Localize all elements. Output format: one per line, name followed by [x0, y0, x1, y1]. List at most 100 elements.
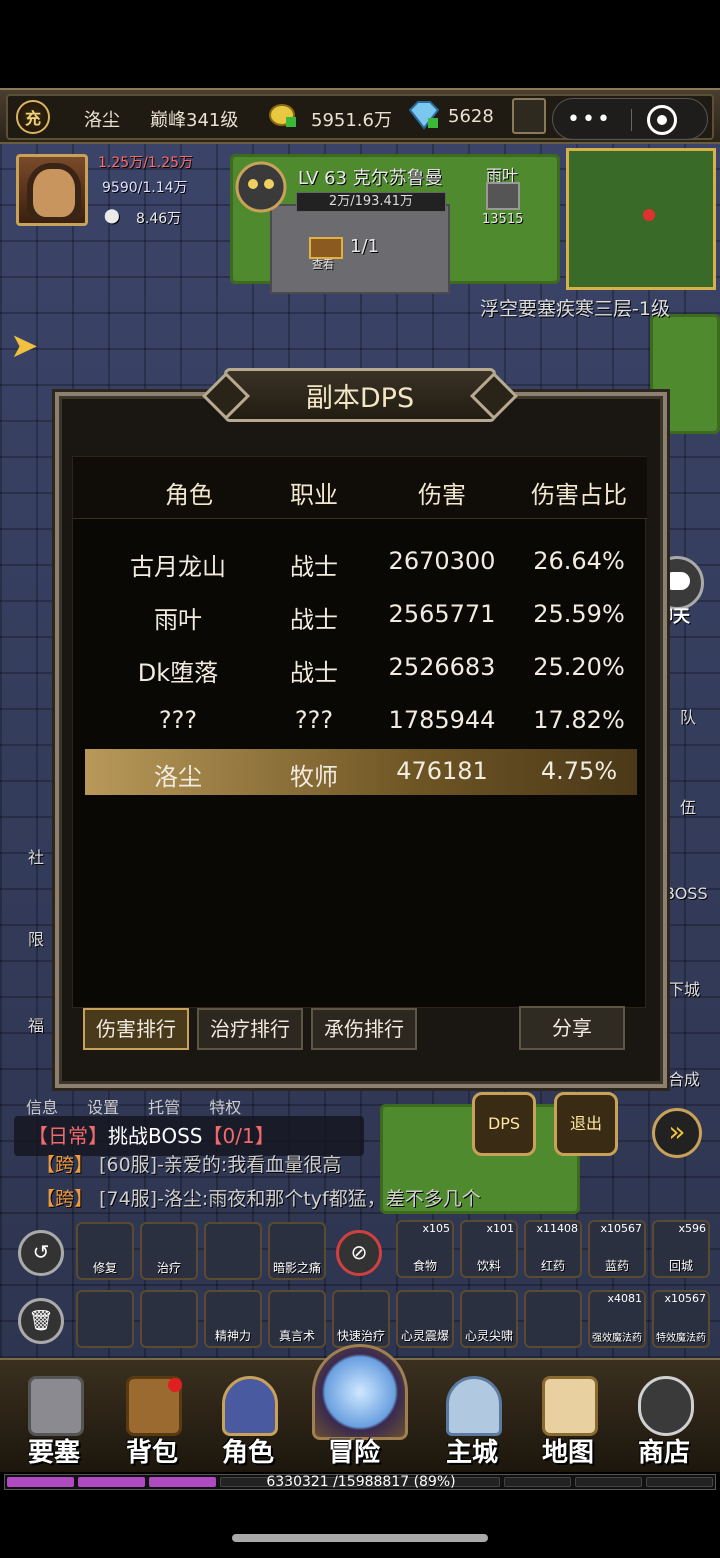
exit-button[interactable]: 退出	[554, 1092, 618, 1156]
item-slot[interactable]: x105 食物	[396, 1220, 454, 1278]
skill-slot[interactable]	[524, 1290, 582, 1348]
hero-avatar[interactable]	[16, 154, 88, 226]
expand-arrow-icon[interactable]: ➤	[10, 326, 39, 366]
cell-name: 古月龙山	[130, 553, 226, 581]
item-slot[interactable]: x10567 蓝药	[588, 1220, 646, 1278]
skill-slot[interactable]	[76, 1290, 134, 1348]
quest-progress: 【0/1】	[202, 1124, 275, 1148]
nav-label: 要塞	[27, 1438, 80, 1468]
skill-slot[interactable]: 修复	[76, 1222, 134, 1280]
potion-slot[interactable]: x4081 强效魔法药	[588, 1290, 646, 1348]
gold-icon[interactable]	[268, 102, 298, 128]
nav-character[interactable]: 角色	[200, 1360, 296, 1474]
side-label-downtown[interactable]: 下城	[668, 976, 700, 1000]
nav-map[interactable]: 地图	[520, 1360, 616, 1474]
table-row[interactable]: ??? ??? 1785944 17.82%	[73, 698, 647, 744]
side-label-team2[interactable]: 伍	[680, 794, 696, 818]
nav-label: 冒险	[327, 1438, 380, 1468]
portal-icon	[312, 1344, 408, 1440]
function-menu-row[interactable]: 信息 设置 托管 特权	[26, 1094, 241, 1118]
cell-percent: 26.64%	[533, 547, 625, 575]
bottom-navigation: 要塞 背包 角色 冒险 主城 地图 商店	[0, 1344, 720, 1474]
potion-slot[interactable]: x10567 特效魔法药	[652, 1290, 710, 1348]
home-indicator[interactable]	[232, 1534, 488, 1542]
header-damage-share: 伤害占比	[531, 481, 627, 509]
skill-slot[interactable]: 治疗	[140, 1222, 198, 1280]
table-row[interactable]: 古月龙山 战士 2670300 26.64%	[73, 539, 647, 585]
cell-percent: 25.20%	[533, 653, 625, 681]
table-row[interactable]: Dk堕落 战士 2526683 25.20%	[73, 645, 647, 691]
player-name: 洛尘	[84, 110, 120, 131]
dps-button[interactable]: DPS	[472, 1092, 536, 1156]
cell-damage: 2670300	[388, 547, 496, 575]
cell-damage: 476181	[396, 757, 488, 785]
recharge-button[interactable]: 充	[16, 100, 50, 134]
skill-slot[interactable]	[140, 1290, 198, 1348]
skill-slot[interactable]: 心灵震爆	[396, 1290, 454, 1348]
item-slot[interactable]: x596 回城	[652, 1220, 710, 1278]
item-slot[interactable]: x101 饮料	[460, 1220, 518, 1278]
cell-name: 雨叶	[154, 606, 202, 634]
side-label-synthesis[interactable]: 合成	[668, 1066, 700, 1090]
trash-icon[interactable]: 🗑	[18, 1298, 64, 1344]
table-header: 角色 职业 伤害 伤害占比	[73, 457, 647, 519]
cell-class: ???	[294, 706, 334, 734]
share-button[interactable]: 分享	[519, 1006, 625, 1050]
tab-damage-taken-ranking[interactable]: 承伤排行	[311, 1008, 417, 1050]
nav-backpack[interactable]: 背包	[104, 1360, 200, 1474]
item-slot[interactable]: x11408 红药	[524, 1220, 582, 1278]
notification-dot	[168, 1378, 182, 1392]
diamond-icon[interactable]	[406, 100, 442, 130]
view-label[interactable]: 查看	[312, 256, 334, 272]
skill-slot[interactable]: 精神力	[204, 1290, 262, 1348]
table-row-self[interactable]: 洛尘 牧师 476181 4.75%	[85, 749, 637, 795]
nav-fortress[interactable]: 要塞	[6, 1360, 102, 1474]
boss-title: LV 63 克尔苏鲁曼	[298, 168, 443, 189]
boss-count: 1/1	[350, 236, 379, 257]
more-icon[interactable]: •••	[567, 107, 612, 132]
nav-adventure[interactable]: 冒险	[306, 1344, 408, 1474]
top-status-bar: 充 洛尘 巅峰341级 5951.6万 5628 •••	[0, 88, 720, 144]
cell-name: ???	[158, 706, 198, 734]
header-damage: 伤害	[418, 481, 466, 509]
angel-icon[interactable]	[512, 98, 546, 134]
side-label-social[interactable]: 社	[28, 844, 44, 868]
teammate-hp: 13515	[482, 212, 524, 227]
panel-title: 副本DPS	[305, 383, 415, 414]
side-label-limited[interactable]: 限	[28, 926, 44, 950]
minimap[interactable]	[566, 148, 716, 290]
forbidden-icon[interactable]: ⊘	[336, 1230, 382, 1276]
nav-label: 商店	[637, 1438, 690, 1468]
skill-slot[interactable]: 快速治疗	[332, 1290, 390, 1348]
hero-hp: 1.25万/1.25万	[98, 155, 194, 171]
power-icon: ⬤	[104, 208, 120, 224]
cell-damage: 2526683	[388, 653, 496, 681]
chat-line: 【跨】 [60服]-亲爱的:我看血量很高	[36, 1154, 342, 1176]
skill-slot[interactable]: 暗影之痛	[268, 1222, 326, 1280]
side-label-team[interactable]: 队	[680, 704, 696, 728]
helmet-icon	[222, 1376, 278, 1436]
cell-class: 战士	[290, 659, 338, 687]
nav-shop[interactable]: 商店	[616, 1360, 712, 1474]
table-row[interactable]: 雨叶 战士 2565771 25.59%	[73, 592, 647, 638]
skill-slot[interactable]: 真言术	[268, 1290, 326, 1348]
nav-main-city[interactable]: 主城	[424, 1360, 520, 1474]
side-label-welfare[interactable]: 福	[28, 1012, 44, 1036]
player-level: 巅峰341级	[150, 110, 239, 131]
skill-slot[interactable]: 心灵尖啸	[460, 1290, 518, 1348]
dps-panel-header: 副本DPS	[204, 364, 516, 426]
tab-damage-ranking[interactable]: 伤害排行	[83, 1008, 189, 1050]
close-target-icon[interactable]	[647, 105, 677, 135]
tab-healing-ranking[interactable]: 治疗排行	[197, 1008, 303, 1050]
cell-class: 牧师	[290, 763, 338, 791]
experience-text: 6330321 /15988817 (89%)	[266, 1474, 456, 1490]
location-label[interactable]: 浮空要塞疾寒三层-1级	[480, 294, 670, 321]
refresh-icon[interactable]: ↺	[18, 1230, 64, 1276]
nav-label: 主城	[445, 1438, 498, 1468]
quest-tag: 【日常】	[28, 1124, 108, 1148]
side-label-boss[interactable]: BOSS	[664, 884, 708, 903]
quest-text: 挑战BOSS	[108, 1124, 203, 1148]
boss-skull-icon[interactable]	[232, 158, 290, 216]
skill-slot[interactable]	[204, 1222, 262, 1280]
next-arrow-button[interactable]: »	[652, 1108, 702, 1158]
